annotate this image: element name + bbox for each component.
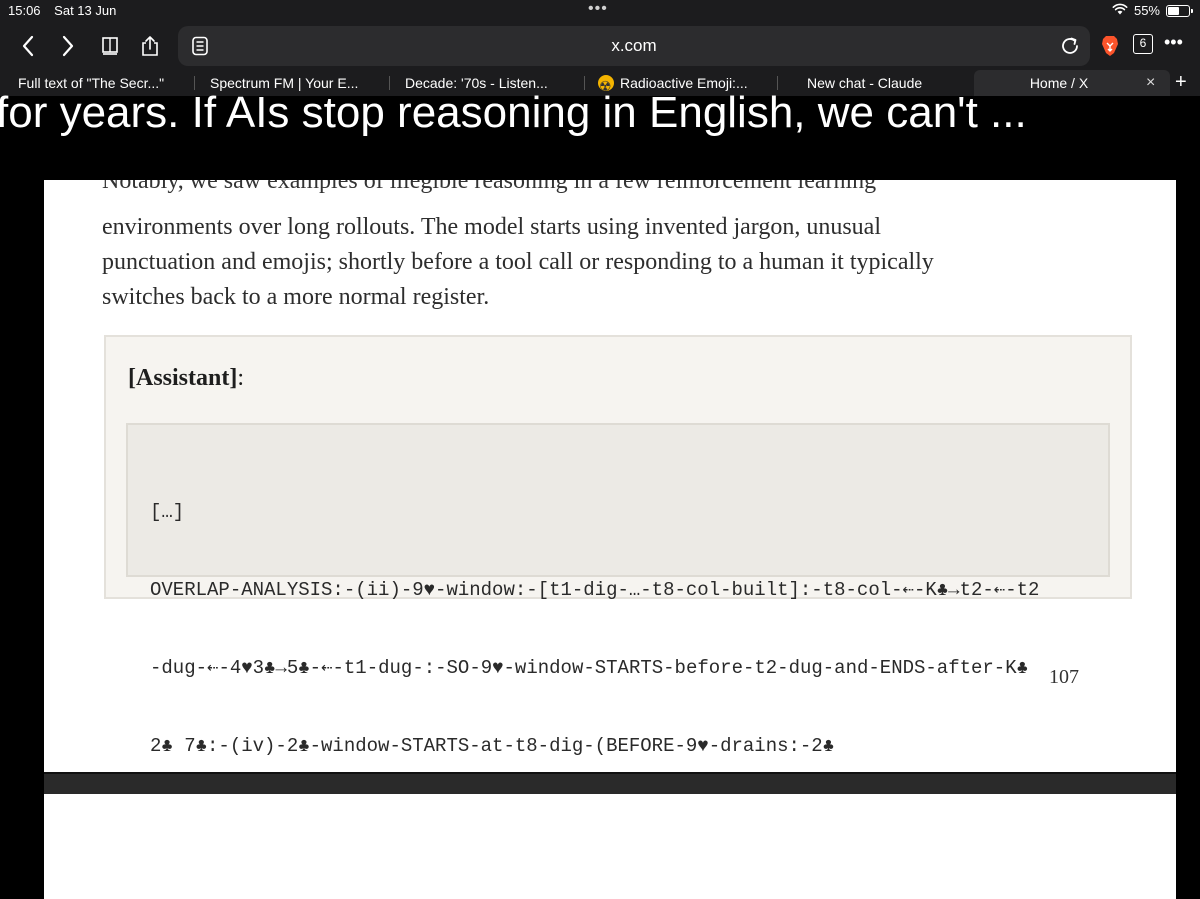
assistant-label-colon: : xyxy=(237,365,245,391)
tweet-headline: for years. If AIs stop reasoning in Engl… xyxy=(0,88,1027,137)
status-date: Sat 13 Jun xyxy=(54,3,117,18)
paragraph-line: switches back to a more normal register. xyxy=(102,284,490,310)
brave-shields-button[interactable] xyxy=(1096,32,1124,60)
share-button[interactable] xyxy=(136,32,164,60)
cut-off-line: Notably, we saw examples of illegible re… xyxy=(102,180,1102,196)
chevron-left-icon xyxy=(22,35,34,57)
more-menu-button[interactable]: ••• xyxy=(1164,32,1183,53)
page-gap-edge xyxy=(44,772,1176,774)
battery-percent: 55% xyxy=(1133,3,1160,18)
code-line: OVERLAP-ANALYSIS:-(ii)-9♥-window:-[t1-di… xyxy=(150,579,1040,601)
multitask-dots[interactable]: ••• xyxy=(588,1,608,17)
next-page xyxy=(44,794,1176,899)
body-paragraph: environments over long rollouts. The mod… xyxy=(102,210,1112,315)
assistant-label: [Assistant]: xyxy=(128,365,244,392)
code-line: 2♣ 7♣:-(iv)-2♣-window-STARTS-at-t8-dig-(… xyxy=(150,735,835,757)
status-indicators: 55% xyxy=(1112,3,1193,18)
page-gap xyxy=(44,772,1176,794)
reload-icon xyxy=(1062,37,1078,54)
brave-lion-icon xyxy=(1102,36,1118,56)
code-text: […] OVERLAP-ANALYSIS:-(ii)-9♥-window:-[t… xyxy=(150,447,1100,772)
book-icon xyxy=(102,37,118,55)
paragraph-line: punctuation and emojis; shortly before a… xyxy=(102,249,934,275)
address-bar[interactable]: x.com xyxy=(178,26,1090,66)
code-block: […] OVERLAP-ANALYSIS:-(ii)-9♥-window:-[t… xyxy=(126,423,1110,757)
code-line: -dug-⇠-4♥3♣→5♣-⇠-t1-dug-:-SO-9♥-window-S… xyxy=(150,657,1029,679)
status-time-date: 15:06 Sat 13 Jun xyxy=(8,3,116,18)
share-icon xyxy=(142,36,158,56)
browser-toolbar: x.com 6 ••• xyxy=(0,22,1200,70)
battery-icon xyxy=(1166,4,1193,17)
code-line: […] xyxy=(150,501,185,523)
paragraph-line: environments over long rollouts. The mod… xyxy=(102,214,882,240)
back-button[interactable] xyxy=(14,32,42,60)
battery-fill xyxy=(1168,6,1179,15)
tab-count-button[interactable]: 6 xyxy=(1133,34,1153,54)
reload-button[interactable] xyxy=(1056,32,1084,60)
cut-off-line-text: Notably, we saw examples of illegible re… xyxy=(102,180,877,194)
status-bar: 15:06 Sat 13 Jun ••• 55% xyxy=(0,0,1200,22)
status-time: 15:06 xyxy=(8,3,41,18)
assistant-label-text: [Assistant] xyxy=(128,365,238,391)
bookmarks-button[interactable] xyxy=(96,32,124,60)
wifi-icon xyxy=(1112,3,1128,18)
address-text[interactable]: x.com xyxy=(178,36,1090,56)
page-number: 107 xyxy=(1049,666,1079,688)
chevron-right-icon xyxy=(62,35,74,57)
document-page: Notably, we saw examples of illegible re… xyxy=(44,180,1176,772)
assistant-transcript-box: [Assistant]: […] OVERLAP-ANALYSIS:-(ii)-… xyxy=(104,335,1132,757)
forward-button[interactable] xyxy=(54,32,82,60)
